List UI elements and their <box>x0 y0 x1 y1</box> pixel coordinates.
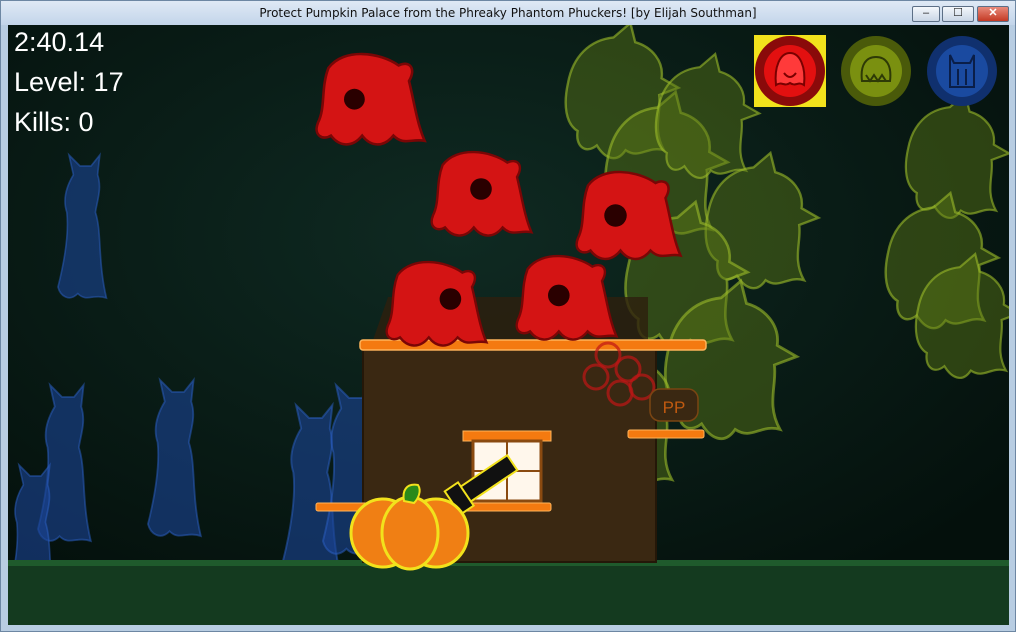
maximize-button[interactable]: ☐ <box>942 6 974 22</box>
kills-counter: Kills: 0 <box>14 107 94 137</box>
side-platform <box>627 429 705 439</box>
red-ghost <box>430 150 533 237</box>
minimize-button[interactable]: – <box>912 6 940 22</box>
pumpkin-stem <box>402 483 421 505</box>
level-indicator: Level: 17 <box>14 67 124 97</box>
close-button[interactable]: ✕ <box>977 6 1009 22</box>
blue-ghost-type-button[interactable] <box>927 36 997 106</box>
red-ghost-type-button[interactable] <box>755 36 825 106</box>
window-title: Protect Pumpkin Palace from the Phreaky … <box>259 6 757 20</box>
red-ghost <box>515 254 618 341</box>
green-ghost-type-button[interactable] <box>841 36 911 106</box>
red-ghost <box>575 170 682 261</box>
game-window: Protect Pumpkin Palace from the Phreaky … <box>0 0 1016 632</box>
title-bar[interactable]: Protect Pumpkin Palace from the Phreaky … <box>1 1 1015 25</box>
ghost-type-selector <box>754 35 997 107</box>
game-scene: PP <box>8 25 1009 625</box>
house-sign-text: PP <box>663 398 686 417</box>
game-canvas[interactable]: PP 2:40.14 Level: 17 Kills: 0 <box>8 25 1009 625</box>
timer: 2:40.14 <box>14 27 105 57</box>
ground <box>8 560 1009 625</box>
red-ghost <box>315 52 426 146</box>
red-ghost <box>385 260 488 347</box>
